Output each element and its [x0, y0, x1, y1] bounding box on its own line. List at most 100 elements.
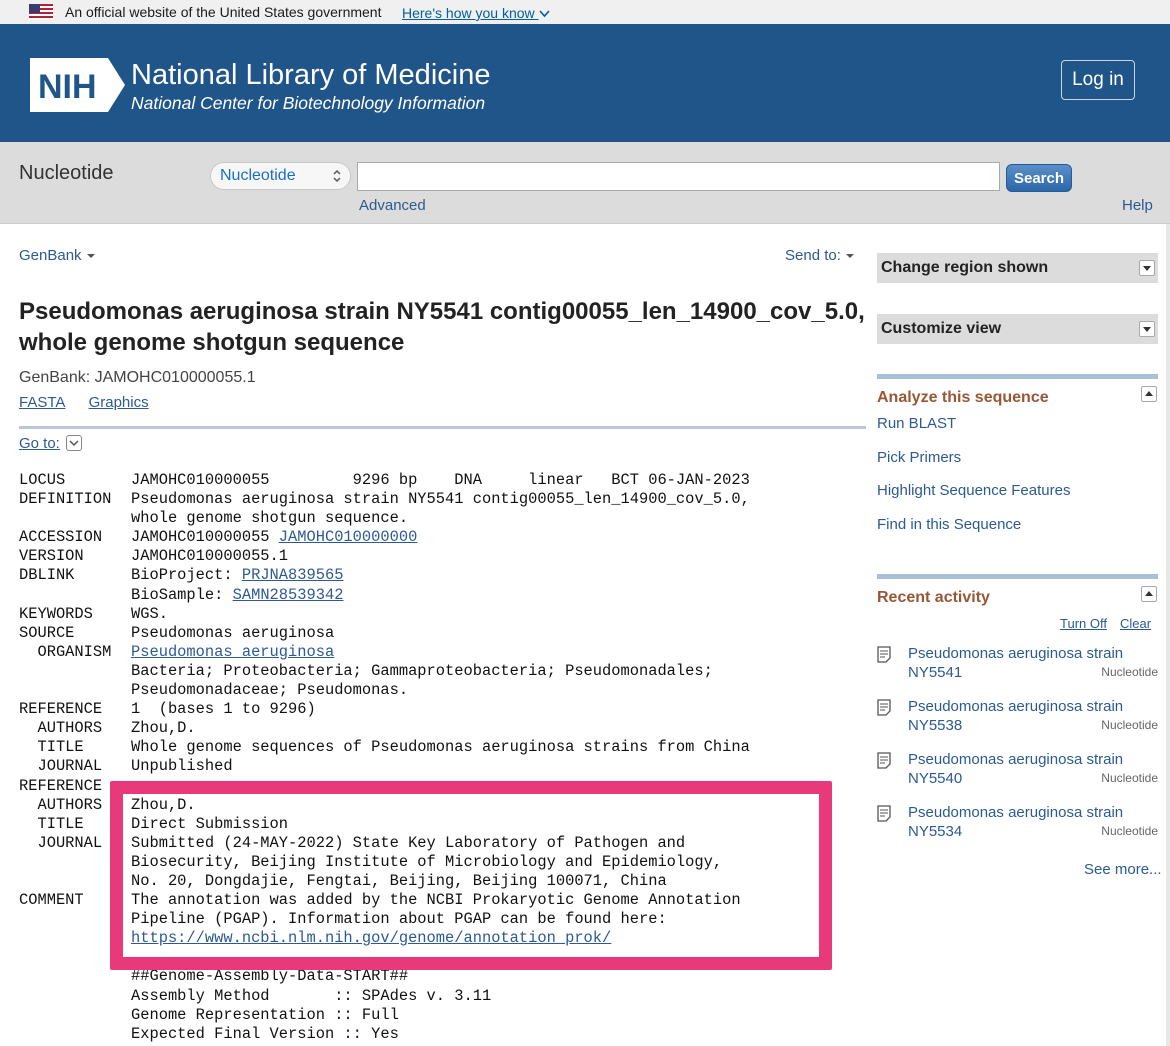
flatfile-key: JOURNAL — [19, 757, 103, 776]
recent-item-db: Nucleotide — [1101, 771, 1158, 785]
flatfile-key: TITLE — [19, 814, 84, 833]
flatfile-value: Genome Representation :: Full — [131, 1006, 399, 1025]
scroll-gutter — [1166, 224, 1170, 1046]
recent-item[interactable]: Pseudomonas aeruginosa strain NY5541 Nuc… — [877, 644, 1158, 688]
caret-down-icon — [86, 254, 95, 259]
flatfile-value-text: Bacteria; Proteobacteria; Gammaproteobac… — [131, 661, 713, 680]
flatfile-row: DEFINITION Pseudomonas aeruginosa strain … — [19, 490, 750, 509]
flatfile-row: Assembly Method :: SPAdes v. 3.11 — [19, 987, 750, 1006]
flatfile-key — [19, 853, 131, 872]
flatfile-value: Pseudomonas aeruginosa — [131, 624, 334, 643]
recent-item[interactable]: Pseudomonas aeruginosa strain NY5538 Nuc… — [877, 697, 1158, 741]
flatfile-value-text: JAMOHC010000055 9296 bp DNA linear BCT 0… — [131, 471, 750, 489]
flatfile-link[interactable]: https://www.ncbi.nlm.nih.gov/genome/anno… — [131, 929, 611, 947]
flatfile-key — [19, 967, 131, 986]
flatfile-link[interactable]: JAMOHC010000000 — [279, 528, 418, 546]
goto-link[interactable]: Go to: — [19, 435, 60, 452]
search-input[interactable] — [357, 162, 1000, 191]
gov-banner: An official website of the United States… — [0, 0, 1170, 24]
flatfile-key: REFERENCE — [19, 700, 103, 719]
help-link[interactable]: Help — [1122, 197, 1153, 214]
nih-logo-icon[interactable]: NIH — [30, 58, 125, 112]
site-header: NIH National Library of Medicine Nationa… — [0, 24, 1170, 142]
us-flag-icon — [29, 4, 53, 20]
accession-line: GenBank: JAMOHC010000055.1 — [19, 369, 256, 386]
flatfile-value: WGS. — [131, 605, 168, 624]
flatfile-value: No. 20, Dongdajie, Fengtai, Beijing, Bei… — [131, 872, 667, 891]
flatfile-key: REFERENCE — [19, 776, 103, 795]
flatfile-row: Biosecurity, Beijing Institute of Microb… — [19, 853, 750, 872]
document-icon — [877, 699, 891, 716]
customize-view-toggle[interactable]: Customize view — [877, 314, 1158, 344]
flatfile-row: JOURNAL Unpublished — [19, 757, 750, 776]
chevron-down-icon — [538, 10, 550, 18]
section-rule — [877, 374, 1158, 379]
flatfile-value: 1 (bases 1 to 9296) — [131, 700, 316, 719]
flatfile-value-text: Whole genome sequences of Pseudomonas ae… — [131, 738, 750, 757]
chevron-down-icon[interactable] — [66, 435, 82, 451]
fasta-link[interactable]: FASTA — [19, 394, 65, 411]
flatfile-link[interactable]: SAMN28539342 — [233, 586, 344, 604]
graphics-link[interactable]: Graphics — [89, 394, 149, 411]
run-blast-link[interactable]: Run BLAST — [877, 415, 956, 432]
recent-item-db: Nucleotide — [1101, 824, 1158, 838]
flatfile-link[interactable]: Pseudomonas aeruginosa — [131, 643, 334, 661]
flatfile-link[interactable]: PRJNA839565 — [242, 566, 344, 584]
database-select[interactable]: Nucleotide — [210, 162, 351, 190]
flatfile-key — [19, 1006, 131, 1025]
divider — [19, 426, 866, 429]
flatfile-row: LOCUS JAMOHC010000055 9296 bp DNA linear … — [19, 471, 750, 490]
flatfile-value-text: BioSample: — [131, 585, 233, 604]
send-to-menu[interactable]: Send to: — [785, 247, 854, 264]
flatfile-value-text: No. 20, Dongdajie, Fengtai, Beijing, Bei… — [131, 871, 667, 890]
turn-off-link[interactable]: Turn Off — [1060, 616, 1107, 631]
flatfile-key: JOURNAL — [19, 833, 103, 852]
brand-title[interactable]: National Library of Medicine — [131, 58, 490, 92]
recent-item[interactable]: Pseudomonas aeruginosa strain NY5534 Nuc… — [877, 803, 1158, 847]
change-region-toggle[interactable]: Change region shown — [877, 253, 1158, 283]
collapse-icon[interactable] — [1141, 586, 1157, 602]
flatfile-value-text: Zhou,D. — [131, 795, 196, 814]
analyze-section-title: Analyze this sequence — [877, 389, 1049, 406]
flatfile-value: Unpublished — [131, 757, 233, 776]
flatfile-key — [19, 662, 131, 681]
flatfile-value: Pseudomonas aeruginosa strain NY5541 con… — [131, 490, 750, 509]
gov-banner-link[interactable]: Here's how you know — [402, 5, 550, 21]
flatfile-value-text: Zhou,D. — [131, 719, 196, 738]
flatfile-key: AUTHORS — [19, 795, 103, 814]
flatfile-row: KEYWORDS WGS. — [19, 605, 750, 624]
flatfile-value-text: Pipeline (PGAP). Information about PGAP … — [131, 910, 667, 929]
page-title: Pseudomonas aeruginosa strain NY5541 con… — [19, 298, 865, 356]
pick-primers-link[interactable]: Pick Primers — [877, 449, 961, 466]
caret-down-icon — [845, 254, 854, 259]
flatfile-key — [19, 1025, 131, 1044]
flatfile-key — [19, 948, 131, 967]
login-button[interactable]: Log in — [1061, 60, 1135, 100]
flatfile-value-text: Pseudomonas aeruginosa — [131, 623, 335, 642]
flatfile-value-text: 1 (bases 1 to 9296) — [131, 700, 316, 719]
flatfile-key: SOURCE — [19, 623, 75, 642]
flatfile-row: AUTHORS Zhou,D. — [19, 719, 750, 738]
see-more-link[interactable]: See more... — [1084, 861, 1162, 878]
flatfile-row — [19, 948, 750, 967]
search-button[interactable]: Search — [1006, 164, 1072, 192]
flatfile-value: Submitted (24-MAY-2022) State Key Labora… — [131, 834, 685, 853]
flatfile-row: TITLE Whole genome sequences of Pseudomon… — [19, 738, 750, 757]
advanced-search-link[interactable]: Advanced — [359, 197, 426, 214]
flatfile-value: BioSample: SAMN28539342 — [131, 586, 343, 605]
highlight-features-link[interactable]: Highlight Sequence Features — [877, 482, 1070, 499]
collapse-icon[interactable] — [1141, 386, 1157, 402]
flatfile-value: ##Genome-Assembly-Data-START## — [131, 967, 408, 986]
flatfile-key — [19, 987, 131, 1006]
flatfile-value: https://www.ncbi.nlm.nih.gov/genome/anno… — [131, 929, 611, 948]
clear-link[interactable]: Clear — [1120, 616, 1151, 631]
dropdown-icon — [1139, 321, 1155, 337]
flatfile-key: ACCESSION — [19, 528, 103, 547]
format-menu[interactable]: GenBank — [19, 247, 95, 264]
flatfile-row: BioSample: SAMN28539342 — [19, 586, 750, 605]
find-in-sequence-link[interactable]: Find in this Sequence — [877, 516, 1021, 533]
recent-item-db: Nucleotide — [1101, 718, 1158, 732]
recent-item[interactable]: Pseudomonas aeruginosa strain NY5540 Nuc… — [877, 750, 1158, 794]
flatfile-value-text: JAMOHC010000055.1 — [131, 547, 289, 566]
flatfile-row: Pseudomonadaceae; Pseudomonas. — [19, 681, 750, 700]
